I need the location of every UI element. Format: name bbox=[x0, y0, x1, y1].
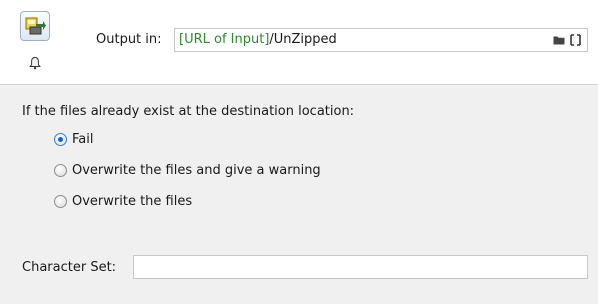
folder-icon[interactable] bbox=[553, 35, 565, 45]
radio-label-overwrite-warning: Overwrite the files and give a warning bbox=[72, 163, 321, 178]
output-path-field[interactable]: [URL of Input]/UnZipped bbox=[174, 28, 588, 52]
run-action-icon[interactable] bbox=[20, 11, 50, 41]
expand-icon[interactable] bbox=[570, 34, 581, 46]
radio-button-overwrite[interactable] bbox=[54, 195, 67, 208]
output-label: Output in: bbox=[96, 32, 162, 47]
character-set-input[interactable] bbox=[133, 255, 588, 279]
output-settings-header: Output in: [URL of Input]/UnZipped bbox=[0, 0, 598, 84]
output-subfolder: /UnZipped bbox=[269, 32, 337, 47]
radio-button-overwrite-warning[interactable] bbox=[54, 164, 67, 177]
radio-button-fail[interactable] bbox=[54, 133, 67, 146]
existing-files-question: If the files already exist at the destin… bbox=[22, 104, 355, 119]
url-of-input-token: [URL of Input] bbox=[179, 32, 270, 47]
radio-label-fail: Fail bbox=[72, 132, 94, 147]
character-set-label: Character Set: bbox=[22, 260, 117, 275]
output-path-value: [URL of Input]/UnZipped bbox=[179, 32, 337, 47]
bell-icon[interactable] bbox=[28, 56, 42, 70]
radio-label-overwrite: Overwrite the files bbox=[72, 194, 193, 209]
existing-files-options-panel: If the files already exist at the destin… bbox=[0, 85, 598, 304]
